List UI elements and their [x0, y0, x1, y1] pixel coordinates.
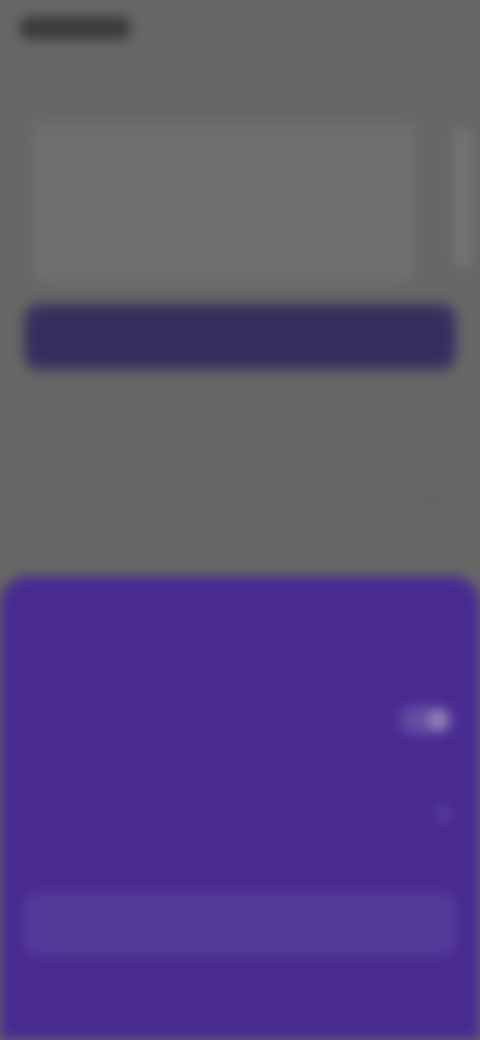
- toggle-switch[interactable]: [400, 706, 452, 734]
- screen: [0, 0, 480, 1040]
- status-bar: [20, 10, 150, 46]
- toggle-knob: [428, 710, 448, 730]
- background-card: [32, 122, 416, 282]
- primary-button[interactable]: [24, 304, 456, 370]
- sheet-option-row[interactable]: [28, 788, 452, 844]
- list-item[interactable]: [34, 474, 444, 526]
- sheet-toggle-row[interactable]: [28, 690, 452, 746]
- bottom-sheet: [0, 576, 480, 1040]
- chevron-right-icon: [431, 805, 449, 823]
- status-pill: [20, 17, 130, 39]
- chevron-right-icon: [419, 491, 437, 509]
- side-card-edge: [454, 128, 472, 268]
- info-box: [24, 892, 456, 956]
